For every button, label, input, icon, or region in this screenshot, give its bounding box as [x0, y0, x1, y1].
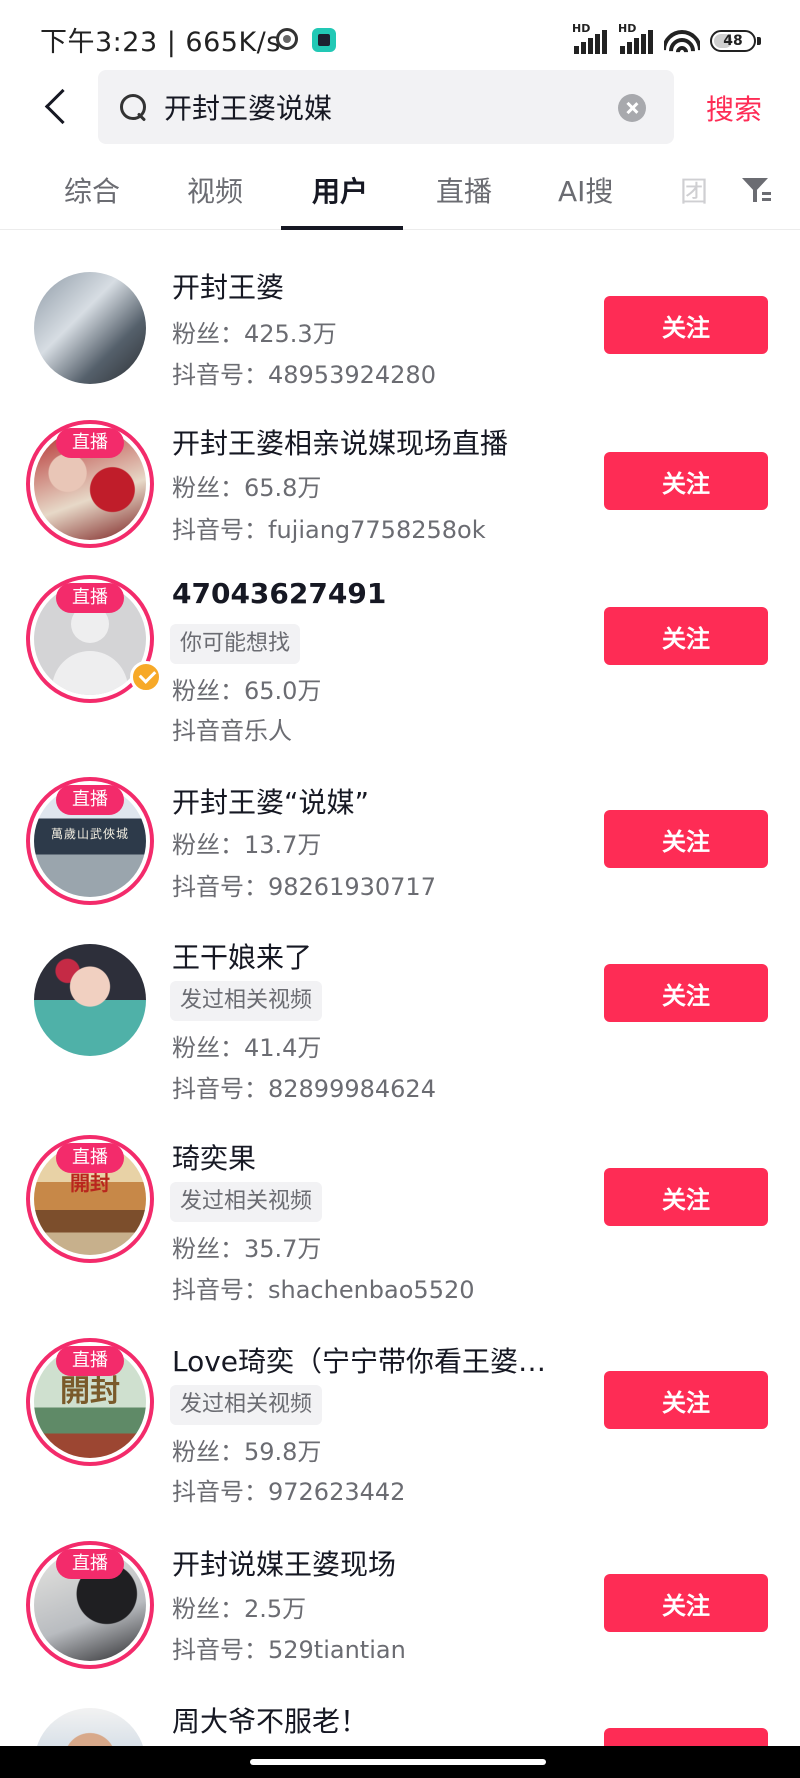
avatar[interactable]: 直播 [26, 420, 154, 548]
battery-value: 48 [723, 33, 743, 49]
live-badge: 直播 [56, 1143, 124, 1173]
clear-icon[interactable] [618, 94, 646, 122]
fans-count: 粉丝：13.7万 [172, 831, 322, 859]
fans-count: 粉丝：65.8万 [172, 474, 322, 502]
tab-users[interactable]: 用户 [312, 170, 368, 210]
user-name[interactable]: 开封王婆相亲说媒现场直播 [172, 422, 508, 462]
tab-videos[interactable]: 视频 [187, 170, 243, 210]
system-nav-bar [0, 1746, 800, 1778]
battery-icon: 48 [710, 30, 756, 52]
avatar-image [34, 272, 146, 384]
verified-icon [130, 661, 162, 693]
fans-count: 粉丝：2.5万 [172, 1595, 307, 1623]
live-badge: 直播 [56, 1346, 124, 1376]
account-id: 抖音号：fujiang7758258ok [172, 516, 486, 544]
status-time: 下午3:23 | 665K/s [40, 27, 281, 58]
follow-button[interactable]: 关注 [604, 607, 768, 665]
tab-active-indicator [281, 226, 403, 230]
follow-button[interactable]: 关注 [604, 1168, 768, 1226]
battery-tip [757, 37, 761, 45]
follow-button[interactable]: 关注 [604, 296, 768, 354]
follow-button[interactable]: 关注 [604, 810, 768, 868]
search-box[interactable] [98, 70, 674, 144]
follow-button[interactable]: 关注 [604, 452, 768, 510]
user-name[interactable]: 47043627491 [172, 577, 386, 610]
follow-button[interactable]: 关注 [604, 1371, 768, 1429]
account-id: 抖音号：98261930717 [172, 873, 436, 901]
app-notification-icon-2 [312, 28, 336, 52]
fans-count: 粉丝：425.3万 [172, 320, 337, 348]
user-name[interactable]: Love琦奕（宁宁带你看王婆… [172, 1340, 546, 1380]
tab-live[interactable]: 直播 [436, 170, 492, 210]
search-icon [118, 92, 148, 122]
wifi-icon [664, 28, 700, 54]
fans-count: 粉丝：65.0万 [172, 677, 322, 705]
tab-group[interactable]: 团 [680, 170, 708, 210]
user-name[interactable]: 开封说媒王婆现场 [172, 1543, 396, 1583]
related-video-tag: 发过相关视频 [170, 981, 323, 1021]
live-badge: 直播 [56, 583, 124, 613]
tab-bar: 综合 视频 用户 直播 AI搜 团 [0, 156, 800, 230]
cell-signal-icon: HD [572, 22, 608, 54]
avatar-text: 萬歲山武俠城 [50, 827, 129, 841]
fans-count: 粉丝：59.8万 [172, 1438, 322, 1466]
search-input[interactable] [164, 70, 584, 144]
fans-count: 粉丝：41.4万 [172, 1034, 322, 1062]
filter-icon[interactable] [742, 174, 772, 206]
user-name[interactable]: 王干娘来了 [172, 936, 312, 976]
avatar[interactable] [26, 936, 154, 1064]
tab-general[interactable]: 综合 [64, 170, 120, 210]
follow-button[interactable]: 关注 [604, 964, 768, 1022]
user-name[interactable]: 周大爷不服老！ [172, 1700, 368, 1740]
live-badge: 直播 [56, 785, 124, 815]
live-badge: 直播 [56, 428, 124, 458]
avatar[interactable]: 開封 直播 [26, 1135, 154, 1263]
follow-button[interactable]: 关注 [604, 1574, 768, 1632]
tab-ai-search[interactable]: AI搜 [558, 170, 613, 210]
avatar[interactable]: 直播 [26, 575, 162, 703]
live-badge: 直播 [56, 1549, 124, 1579]
avatar[interactable] [26, 264, 154, 392]
fans-count: 粉丝：35.7万 [172, 1235, 322, 1263]
cell-signal-icon-2: HD [618, 22, 654, 54]
search-button[interactable]: 搜索 [706, 88, 762, 128]
user-name[interactable]: 琦奕果 [172, 1137, 256, 1177]
account-id: 抖音号：972623442 [172, 1478, 406, 1506]
avatar[interactable]: 萬歲山武俠城 直播 [26, 777, 154, 905]
user-name[interactable]: 开封王婆 [172, 266, 284, 306]
account-id: 抖音号：82899984624 [172, 1075, 436, 1103]
related-video-tag: 发过相关视频 [170, 1385, 323, 1425]
status-bar: 下午3:23 | 665K/s HD HD 48 [0, 0, 800, 72]
related-video-tag: 发过相关视频 [170, 1182, 323, 1222]
account-type: 抖音音乐人 [172, 717, 292, 745]
home-indicator[interactable] [250, 1759, 546, 1765]
avatar[interactable]: 開封 直播 [26, 1338, 154, 1466]
account-id: 抖音号：shachenbao5520 [172, 1276, 475, 1304]
avatar[interactable]: 直播 [26, 1541, 154, 1669]
back-arrow-icon[interactable] [36, 82, 80, 132]
account-id: 抖音号：529tiantian [172, 1636, 406, 1664]
app-notification-icon [276, 28, 298, 50]
user-name[interactable]: 开封王婆“说媒” [172, 781, 369, 821]
suggestion-tag: 你可能想找 [170, 624, 301, 664]
account-id: 抖音号：48953924280 [172, 361, 436, 389]
avatar-image [34, 944, 146, 1056]
